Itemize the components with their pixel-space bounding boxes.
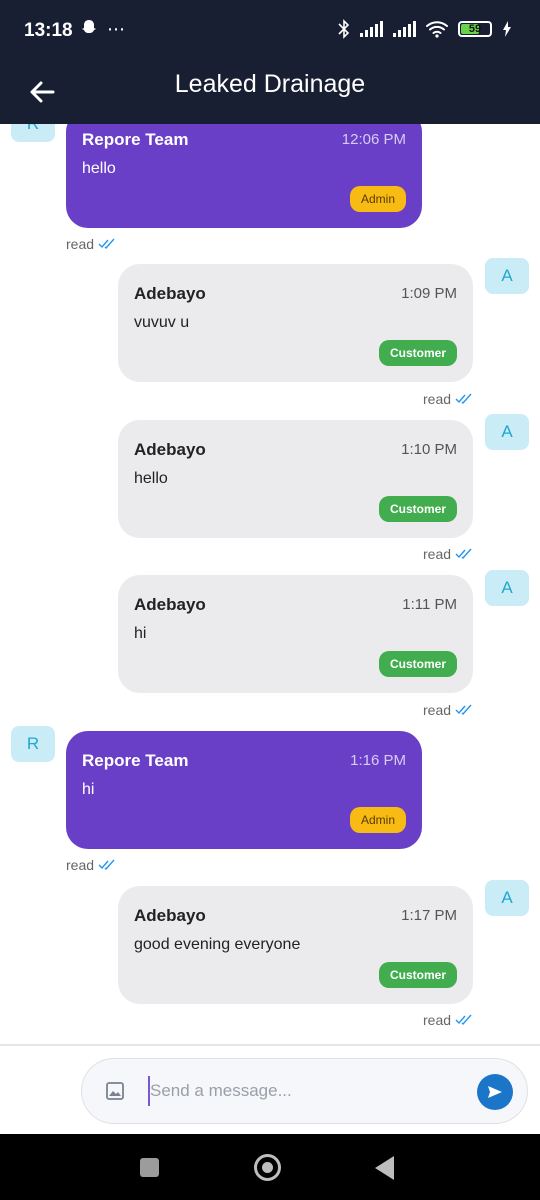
sender-name: Adebayo bbox=[134, 906, 206, 925]
double-check-icon bbox=[98, 859, 115, 871]
role-badge: Admin bbox=[349, 186, 406, 212]
system-back-button[interactable] bbox=[375, 1156, 394, 1180]
read-label: read bbox=[423, 391, 452, 407]
avatar: A bbox=[485, 570, 529, 606]
home-button[interactable] bbox=[254, 1154, 281, 1181]
message-bubble[interactable]: Adebayo 1:17 PM good evening everyone Cu… bbox=[118, 886, 473, 1004]
read-receipt: read bbox=[423, 546, 473, 562]
double-check-icon bbox=[98, 238, 115, 250]
message-time: 1:17 PM bbox=[401, 907, 457, 924]
image-icon bbox=[106, 1082, 124, 1100]
role-badge: Customer bbox=[378, 651, 457, 677]
message-bubble[interactable]: Adebayo 1:10 PM hello Customer bbox=[118, 420, 473, 538]
message-bubble[interactable]: Repore Team 1:16 PM hi Admin bbox=[66, 731, 422, 849]
read-label: read bbox=[66, 857, 95, 873]
read-label: read bbox=[66, 236, 95, 252]
read-receipt: read bbox=[66, 236, 116, 252]
message-bubble[interactable]: Adebayo 1:11 PM hi Customer bbox=[118, 575, 473, 693]
sender-name: Adebayo bbox=[134, 284, 206, 303]
battery-icon: 59 bbox=[458, 21, 492, 37]
message-time: 1:10 PM bbox=[401, 441, 457, 458]
role-badge: Admin bbox=[349, 807, 406, 833]
role-badge: Customer bbox=[378, 340, 457, 366]
avatar: A bbox=[485, 414, 529, 450]
sender-name: Adebayo bbox=[134, 595, 206, 614]
sender-name: Repore Team bbox=[82, 751, 189, 770]
read-receipt: read bbox=[423, 1012, 473, 1028]
double-check-icon bbox=[455, 1014, 472, 1026]
message-bubble[interactable]: Repore Team 12:06 PM hello Admin bbox=[66, 124, 422, 228]
read-receipt: read bbox=[66, 857, 116, 873]
read-label: read bbox=[423, 546, 452, 562]
double-check-icon bbox=[455, 548, 472, 560]
message-composer bbox=[81, 1058, 528, 1124]
sender-name: Repore Team bbox=[82, 130, 189, 149]
avatar: R bbox=[11, 124, 55, 142]
read-label: read bbox=[423, 1012, 452, 1028]
message-text: hi bbox=[82, 781, 95, 798]
send-icon bbox=[488, 1086, 502, 1098]
message-time: 1:11 PM bbox=[402, 596, 457, 613]
signal-icon-2 bbox=[393, 21, 416, 37]
read-receipt: read bbox=[423, 391, 473, 407]
charging-icon bbox=[503, 21, 511, 37]
avatar: A bbox=[485, 880, 529, 916]
app-bar: Leaked Drainage bbox=[0, 62, 540, 124]
message-text: good evening everyone bbox=[134, 936, 301, 953]
double-check-icon bbox=[455, 393, 472, 405]
recents-button[interactable] bbox=[140, 1158, 159, 1177]
message-bubble[interactable]: Adebayo 1:09 PM vuvuv u Customer bbox=[118, 264, 473, 382]
read-receipt: read bbox=[423, 702, 473, 718]
double-check-icon bbox=[455, 704, 472, 716]
composer-divider bbox=[0, 1044, 540, 1046]
attach-image-button[interactable] bbox=[104, 1080, 126, 1102]
message-text: hello bbox=[82, 160, 116, 177]
message-time: 1:16 PM bbox=[350, 752, 406, 769]
message-time: 1:09 PM bbox=[401, 285, 457, 302]
status-bar: 13:18 ⋯ 59 bbox=[0, 0, 540, 62]
read-label: read bbox=[423, 702, 452, 718]
wifi-icon bbox=[426, 21, 448, 38]
avatar: R bbox=[11, 726, 55, 762]
message-text: vuvuv u bbox=[134, 314, 190, 331]
snapchat-icon bbox=[82, 20, 96, 33]
role-badge: Customer bbox=[378, 962, 457, 988]
send-button[interactable] bbox=[477, 1074, 513, 1110]
page-title: Leaked Drainage bbox=[174, 70, 366, 98]
status-notification-icons: ⋯ bbox=[80, 19, 129, 40]
bluetooth-icon bbox=[338, 19, 350, 39]
message-text: hello bbox=[134, 470, 168, 487]
message-time: 12:06 PM bbox=[341, 131, 406, 148]
signal-icon bbox=[360, 21, 383, 37]
status-time: 13:18 bbox=[24, 20, 73, 41]
avatar: A bbox=[485, 258, 529, 294]
battery-level: 59 bbox=[468, 23, 482, 35]
message-text: hi bbox=[134, 625, 147, 642]
role-badge: Customer bbox=[378, 496, 457, 522]
message-list[interactable]: R Repore Team 12:06 PM hello Admin read … bbox=[0, 124, 540, 1044]
status-system-icons: 59 bbox=[338, 19, 512, 39]
more-icon: ⋯ bbox=[107, 19, 130, 39]
sender-name: Adebayo bbox=[134, 440, 206, 459]
message-input[interactable] bbox=[148, 1071, 468, 1111]
system-nav-bar bbox=[0, 1134, 540, 1200]
